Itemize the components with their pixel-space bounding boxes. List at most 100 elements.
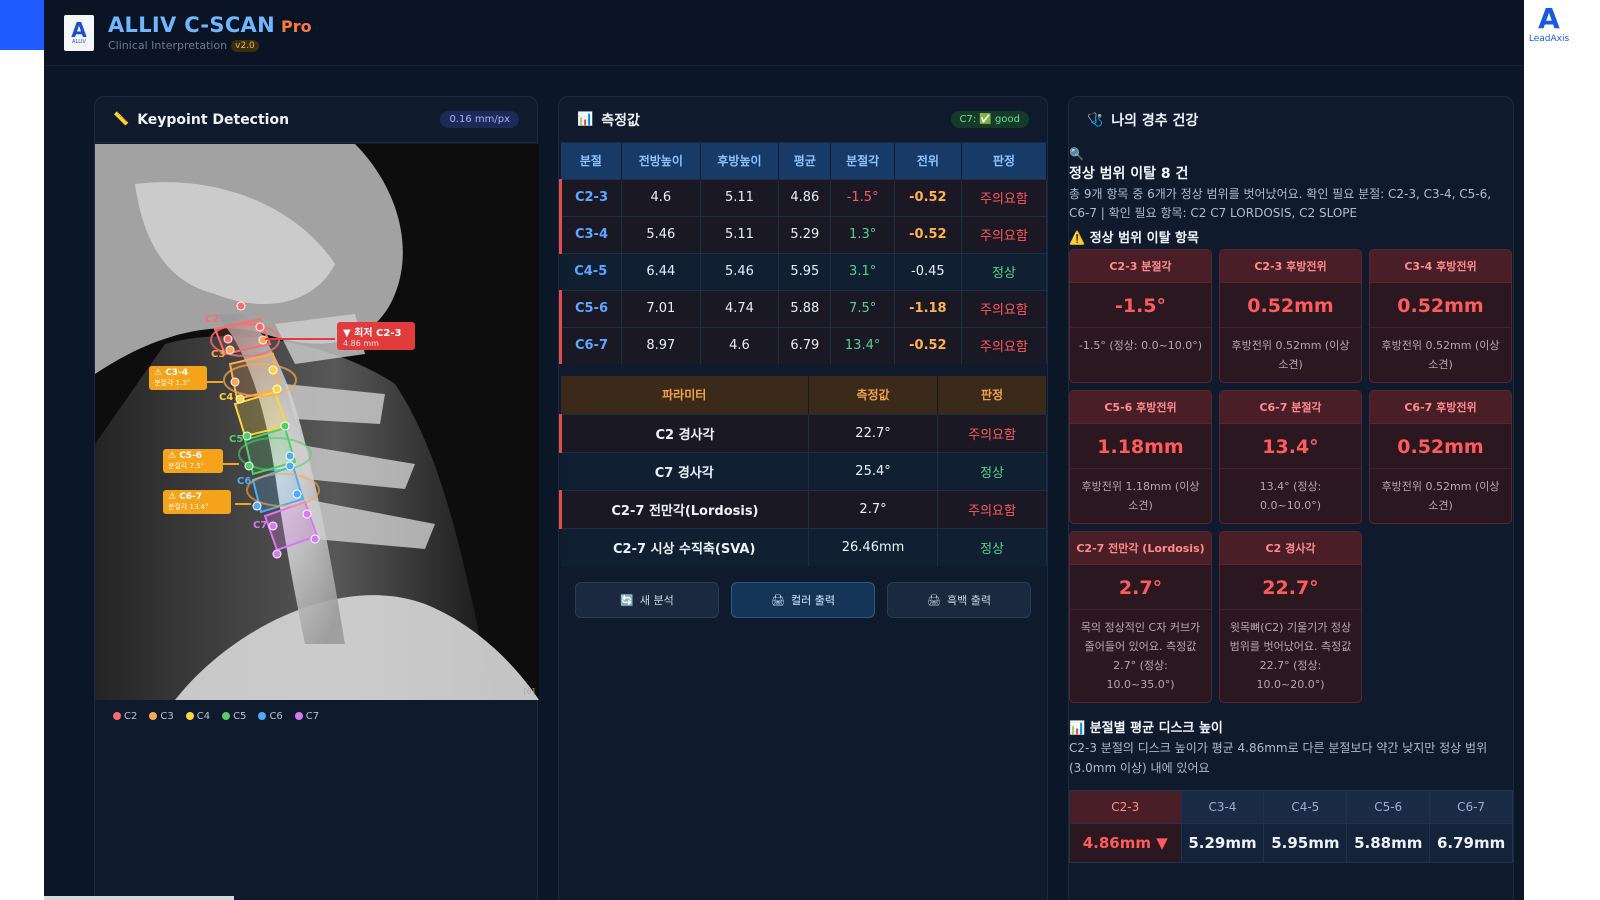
param-value: 22.7° <box>808 413 939 452</box>
param-name: C7 경사각 <box>560 451 809 490</box>
disc-column: C4-5 5.95mm <box>1264 791 1348 862</box>
cell-avg: 4.86 <box>778 178 832 216</box>
health-panel: 🩺 나의 경추 건강 🔍 정상 범위 이탈 8 건 총 9개 항목 중 6개가 … <box>1068 96 1514 900</box>
param-value: 2.7° <box>808 489 939 528</box>
cell-post: 5.11 <box>700 215 780 253</box>
disc-seg: C3-4 <box>1181 791 1264 824</box>
legend-c7: C7 <box>294 711 319 722</box>
segment-col-header: 판정 <box>961 143 1048 179</box>
param-col-header: 측정값 <box>808 376 939 414</box>
cell-ant: 7.01 <box>621 289 701 327</box>
legend-c2: C2 <box>113 711 137 722</box>
param-value: 26.46mm <box>808 527 939 566</box>
cell-verdict: 주의요함 <box>961 326 1048 364</box>
label-c6: C6 <box>237 476 252 487</box>
segment-row-c6-7: C6-7 8.97 4.6 6.79 13.4° -0.52 주의요함 <box>559 326 1048 364</box>
abnormal-cards: C2-3 분절각 -1.5° -1.5° (정상: 0.0~10.0°) C2-3 후… <box>1069 249 1513 703</box>
warning-icon: ⚠️ <box>1069 231 1086 246</box>
cell-ant: 5.46 <box>621 215 701 253</box>
param-row: C2 경사각 22.7° 주의요함 <box>559 413 1047 452</box>
segment-col-header: 분절각 <box>830 143 895 179</box>
card-value: 0.52mm <box>1220 283 1361 328</box>
segment-col-header: 후방높이 <box>700 143 780 179</box>
refresh-icon: 🔄 <box>620 593 634 607</box>
parameter-table: 파라미터 측정값 판정 C2 경사각 22.7° 주의요함 C7 경사각 25.4° 정상 C2… <box>559 376 1047 566</box>
horizontal-scrollbar[interactable] <box>44 896 234 900</box>
cell-post: 4.74 <box>700 289 780 327</box>
app-window: A ALLIV ALLIV C-SCAN Pro Clinical Interpr… <box>44 0 1524 900</box>
cell-angle: 13.4° <box>830 326 895 364</box>
card-desc: -1.5° (정상: 0.0~10.0°) <box>1078 339 1203 352</box>
card-desc: 후방전위 1.18mm (이상소견) <box>1081 480 1200 512</box>
keypoint-title: Keypoint Detection <box>137 111 290 128</box>
xray-image[interactable]: C2 C3 C4 C5 C6 C7 ▼ 최저 C2-3 4.86 mm ⚠ C3… <box>95 144 539 700</box>
vertebra-legend: C2 C3 C4 C5 C6 C7 <box>113 711 319 722</box>
segment-row-c5-6: C5-6 7.01 4.74 5.88 7.5° -1.18 주의요함 <box>559 289 1048 327</box>
card-desc: 13.4° (정상: 0.0~10.0°) <box>1259 480 1322 512</box>
abnormal-card: C2 경사각 22.7° 윗목뼈(C2) 기울기가 정상 범위를 벗어났어요. 측정… <box>1219 531 1362 703</box>
cell-ant: 6.44 <box>621 252 701 290</box>
cell-avg: 5.95 <box>778 252 832 290</box>
card-head: C6-7 후방전위 <box>1370 391 1511 424</box>
segment-row-c3-4: C3-4 5.46 5.11 5.29 1.3° -0.52 주의요함 <box>559 215 1048 253</box>
card-desc: 목의 정상적인 C자 커브가 줄어들어 있어요. 측정값 2.7° (정상: 1… <box>1080 621 1201 691</box>
c34-callout: ⚠ C3-4 분절각 1.3° <box>149 366 207 390</box>
c67-callout: ⚠ C6-7 분절각 13.4° <box>163 490 231 514</box>
cell-ant: 8.97 <box>621 326 701 364</box>
cell-verdict: 주의요함 <box>961 178 1048 216</box>
c7-quality-badge: C7: ✅ good <box>950 111 1029 128</box>
cell-avg: 6.79 <box>778 326 832 364</box>
cell-angle: 1.3° <box>830 215 895 253</box>
card-desc: 후방전위 0.52mm (이상소견) <box>1231 339 1350 371</box>
card-desc: 후방전위 0.52mm (이상소견) <box>1381 480 1500 512</box>
disc-seg: C4-5 <box>1264 791 1347 824</box>
label-c7: C7 <box>253 520 268 531</box>
cell-angle: 7.5° <box>830 289 895 327</box>
corner-tab <box>0 0 44 50</box>
segment-row-c2-3: C2-3 4.6 5.11 4.86 -1.5° -0.52 주의요함 <box>559 178 1048 216</box>
image-index: [6] <box>523 687 535 696</box>
cell-post: 5.46 <box>700 252 780 290</box>
cell-seg: C5-6 <box>559 289 622 327</box>
card-desc: 후방전위 0.52mm (이상소견) <box>1381 339 1500 371</box>
label-c4: C4 <box>219 392 234 403</box>
legend-c4: C4 <box>185 711 210 722</box>
health-title: 나의 경추 건강 <box>1111 113 1199 129</box>
param-row: C7 경사각 25.4° 정상 <box>560 451 1047 490</box>
ruler-icon: 📏 <box>113 112 130 127</box>
cell-post: 5.11 <box>700 178 780 216</box>
printer-icon: 🖨 <box>771 593 785 607</box>
disc-value: 5.29mm <box>1188 834 1257 852</box>
cell-verdict: 정상 <box>961 252 1048 290</box>
card-value: 1.18mm <box>1070 424 1211 469</box>
top-bar: A ALLIV ALLIV C-SCAN Pro Clinical Interpr… <box>44 0 1524 66</box>
disc-height-desc: C2-3 분절의 디스크 높이가 평균 4.86mm로 다른 분절보다 약간 낮… <box>1069 741 1488 775</box>
disc-value: 6.79mm <box>1436 834 1506 852</box>
new-analysis-button[interactable]: 🔄 새 분석 <box>575 582 719 618</box>
disc-seg: C5-6 <box>1347 791 1430 824</box>
card-desc: 윗목뼈(C2) 기울기가 정상 범위를 벗어났어요. 측정값 22.7° (정상… <box>1229 621 1352 691</box>
legend-c5: C5 <box>222 711 246 722</box>
scale-badge: 0.16 mm/px <box>440 111 519 128</box>
color-print-button[interactable]: 🖨 컬러 출력 <box>731 582 875 618</box>
param-name: C2-7 시상 수직축(SVA) <box>560 527 809 566</box>
abnormal-card: C2-3 분절각 -1.5° -1.5° (정상: 0.0~10.0°) <box>1069 249 1212 383</box>
cell-verdict: 주의요함 <box>961 289 1048 327</box>
cell-seg: C4-5 <box>560 252 622 290</box>
disc-value: 5.95mm <box>1271 834 1340 852</box>
cell-post: 4.6 <box>700 326 780 364</box>
measurement-title: 측정값 <box>601 112 640 129</box>
param-name: C2-7 전만각(Lordosis) <box>559 489 809 528</box>
bar-chart-icon: 📊 <box>1069 721 1086 736</box>
segment-col-header: 분절 <box>560 143 622 179</box>
label-c3: C3 <box>211 349 226 360</box>
measurement-panel: 📊 측정값 C7: ✅ good 분절 전방높이 후방높이 평균 분절각 전위 판정 C2-… <box>558 96 1048 900</box>
cell-shift: -0.52 <box>894 326 962 364</box>
bw-print-button[interactable]: 🖨 흑백 출력 <box>887 582 1031 618</box>
abnormal-card: C5-6 후방전위 1.18mm 후방전위 1.18mm (이상소견) <box>1069 390 1212 524</box>
c56-callout: ⚠ C5-6 분절각 7.5° <box>163 449 223 473</box>
printer-icon: 🖨 <box>927 593 941 607</box>
param-verdict: 주의요함 <box>937 489 1047 528</box>
abnormal-card: C6-7 분절각 13.4° 13.4° (정상: 0.0~10.0°) <box>1219 390 1362 524</box>
magnifier-icon: 🔍 <box>1069 147 1084 161</box>
